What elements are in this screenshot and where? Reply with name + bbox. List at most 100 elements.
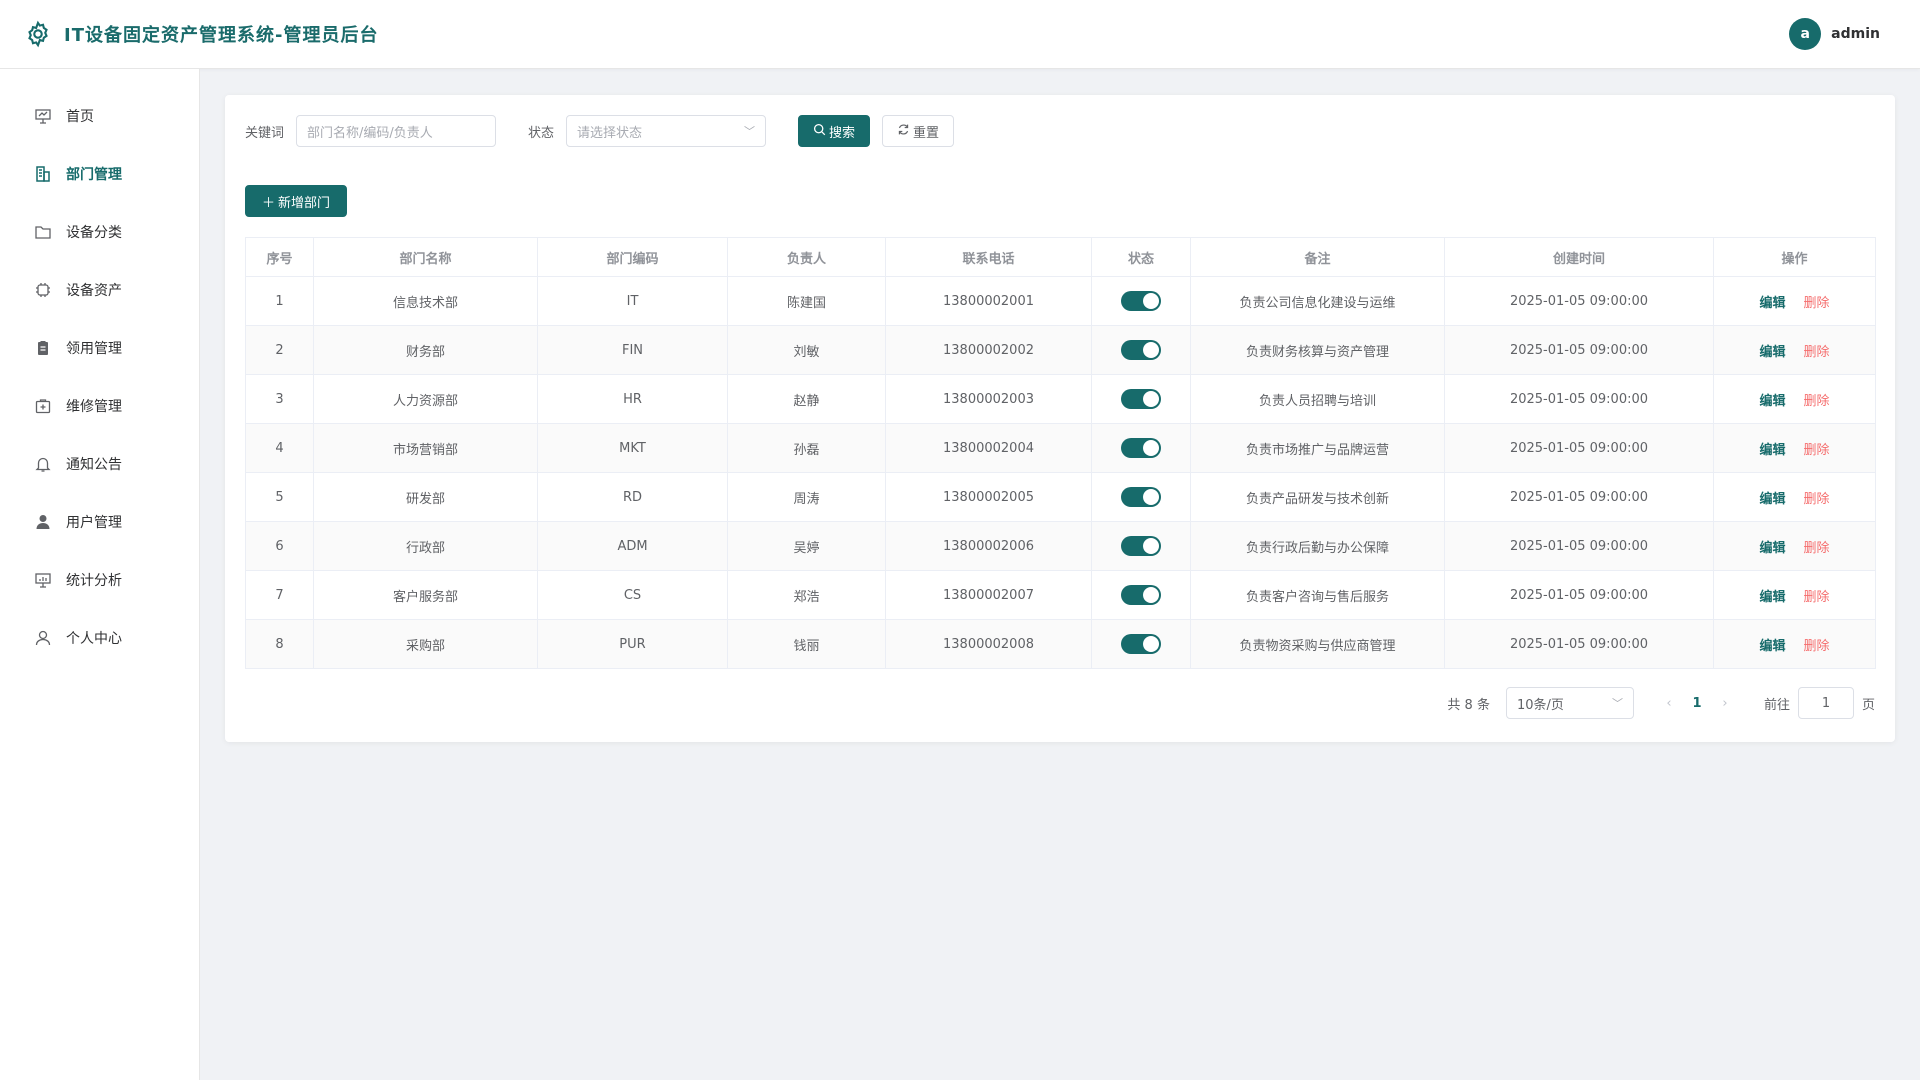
user-menu[interactable]: a admin <box>1789 18 1880 50</box>
actions-cell: 编辑 删除 <box>1713 423 1876 473</box>
cell-name: 采购部 <box>313 619 538 669</box>
edit-link[interactable]: 编辑 <box>1759 341 1785 360</box>
page-number[interactable]: 1 <box>1682 696 1712 711</box>
sidebar-item-label: 通知公告 <box>66 457 122 473</box>
cell-name: 客户服务部 <box>313 570 538 620</box>
user-filled-icon <box>34 513 52 531</box>
status-cell <box>1091 619 1191 669</box>
reset-button[interactable]: 重置 <box>882 115 955 147</box>
column-header: 部门编码 <box>537 237 728 277</box>
cell-code: RD <box>537 472 728 522</box>
sidebar-item-8[interactable]: 统计分析 <box>0 551 199 609</box>
plus-icon: ＋ <box>261 195 275 211</box>
first-aid-icon <box>34 397 52 415</box>
cell-owner: 赵静 <box>727 374 886 424</box>
status-cell <box>1091 276 1191 326</box>
add-department-label: 新增部门 <box>278 195 331 211</box>
cell-phone: 13800002001 <box>885 276 1092 326</box>
cell-name: 人力资源部 <box>313 374 538 424</box>
sidebar-item-label: 个人中心 <box>66 631 122 647</box>
cell-created: 2025-01-05 09:00:00 <box>1444 276 1714 326</box>
status-toggle[interactable] <box>1121 389 1161 409</box>
delete-link[interactable]: 删除 <box>1804 292 1830 311</box>
sidebar-item-label: 首页 <box>66 109 94 125</box>
delete-link[interactable]: 删除 <box>1804 586 1830 605</box>
status-select[interactable]: 请选择状态 ﹀ <box>566 115 767 147</box>
status-toggle[interactable] <box>1121 634 1161 654</box>
edit-link[interactable]: 编辑 <box>1759 586 1785 605</box>
cell-code: ADM <box>537 521 728 571</box>
sidebar: 首页部门管理 设备分类 设备资产 领用管理 维修管理通知公告用户管理统计分析个人中心 <box>0 69 200 1080</box>
edit-link[interactable]: 编辑 <box>1759 635 1785 654</box>
cell-no: 6 <box>245 521 314 571</box>
refresh-icon <box>897 123 910 140</box>
delete-link[interactable]: 删除 <box>1804 439 1830 458</box>
cell-code: CS <box>537 570 728 620</box>
cell-created: 2025-01-05 09:00:00 <box>1444 325 1714 375</box>
presentation-icon <box>34 107 52 125</box>
status-cell <box>1091 472 1191 522</box>
status-toggle[interactable] <box>1121 291 1161 311</box>
cell-no: 8 <box>245 619 314 669</box>
sidebar-item-3[interactable]: 设备资产 <box>0 261 199 319</box>
sidebar-item-label: 用户管理 <box>66 515 122 531</box>
bell-icon <box>34 455 52 473</box>
cell-phone: 13800002004 <box>885 423 1092 473</box>
column-header: 部门名称 <box>313 237 538 277</box>
goto-page-input[interactable]: 1 <box>1797 687 1854 719</box>
table-row: 6 行政部 ADM 吴婷 13800002006 负责行政后勤与办公保障 2025-01-0… <box>245 521 1876 571</box>
username[interactable]: admin <box>1831 26 1880 42</box>
edit-link[interactable]: 编辑 <box>1759 439 1785 458</box>
keyword-label: 关键词 <box>245 125 285 141</box>
avatar[interactable]: a <box>1789 18 1822 50</box>
sidebar-item-1[interactable]: 部门管理 <box>0 145 199 203</box>
search-button[interactable]: 搜索 <box>798 115 871 147</box>
actions-cell: 编辑 删除 <box>1713 570 1876 620</box>
edit-link[interactable]: 编辑 <box>1759 292 1785 311</box>
status-toggle[interactable] <box>1121 585 1161 605</box>
delete-link[interactable]: 删除 <box>1804 390 1830 409</box>
actions-cell: 编辑 删除 <box>1713 472 1876 522</box>
edit-link[interactable]: 编辑 <box>1759 488 1785 507</box>
cell-code: MKT <box>537 423 728 473</box>
sidebar-item-0[interactable]: 首页 <box>0 87 199 145</box>
sidebar-item-7[interactable]: 用户管理 <box>0 493 199 551</box>
status-toggle[interactable] <box>1121 340 1161 360</box>
cell-remark: 负责人员招聘与培训 <box>1190 374 1445 424</box>
brand: IT设备固定资产管理系统-管理员后台 <box>24 20 378 48</box>
cell-code: PUR <box>537 619 728 669</box>
edit-link[interactable]: 编辑 <box>1759 537 1785 556</box>
table-row: 5 研发部 RD 周涛 13800002005 负责产品研发与技术创新 2025-01-05… <box>245 472 1876 522</box>
chevron-down-icon: ﹀ <box>744 125 756 138</box>
status-toggle[interactable] <box>1121 487 1161 507</box>
sidebar-item-5[interactable]: 维修管理 <box>0 377 199 435</box>
sidebar-item-4[interactable]: 领用管理 <box>0 319 199 377</box>
delete-link[interactable]: 删除 <box>1804 635 1830 654</box>
cell-phone: 13800002006 <box>885 521 1092 571</box>
prev-page-icon[interactable]: ‹ <box>1656 696 1682 711</box>
cell-phone: 13800002005 <box>885 472 1092 522</box>
delete-link[interactable]: 删除 <box>1804 537 1830 556</box>
edit-link[interactable]: 编辑 <box>1759 390 1785 409</box>
reset-button-label: 重置 <box>913 125 940 141</box>
cell-created: 2025-01-05 09:00:00 <box>1444 472 1714 522</box>
cell-remark: 负责产品研发与技术创新 <box>1190 472 1445 522</box>
page-size-select[interactable]: 10条/页 ﹀ <box>1505 687 1634 719</box>
cell-name: 行政部 <box>313 521 538 571</box>
filter-bar: 关键词 部门名称/编码/负责人 状态 请选择状态 ﹀ 搜索 重置 <box>245 115 1875 147</box>
keyword-input[interactable]: 部门名称/编码/负责人 <box>296 115 497 147</box>
next-page-icon[interactable]: › <box>1712 696 1738 711</box>
cell-remark: 负责客户咨询与售后服务 <box>1190 570 1445 620</box>
sidebar-item-2[interactable]: 设备分类 <box>0 203 199 261</box>
status-toggle[interactable] <box>1121 438 1161 458</box>
delete-link[interactable]: 删除 <box>1804 488 1830 507</box>
cell-remark: 负责市场推广与品牌运营 <box>1190 423 1445 473</box>
add-department-button[interactable]: ＋ 新增部门 <box>245 185 347 217</box>
status-toggle[interactable] <box>1121 536 1161 556</box>
sidebar-item-6[interactable]: 通知公告 <box>0 435 199 493</box>
status-cell <box>1091 570 1191 620</box>
delete-link[interactable]: 删除 <box>1804 341 1830 360</box>
sidebar-item-9[interactable]: 个人中心 <box>0 609 199 667</box>
table-row: 1 信息技术部 IT 陈建国 13800002001 负责公司信息化建设与运维 2025-0… <box>245 276 1876 326</box>
cell-name: 信息技术部 <box>313 276 538 326</box>
